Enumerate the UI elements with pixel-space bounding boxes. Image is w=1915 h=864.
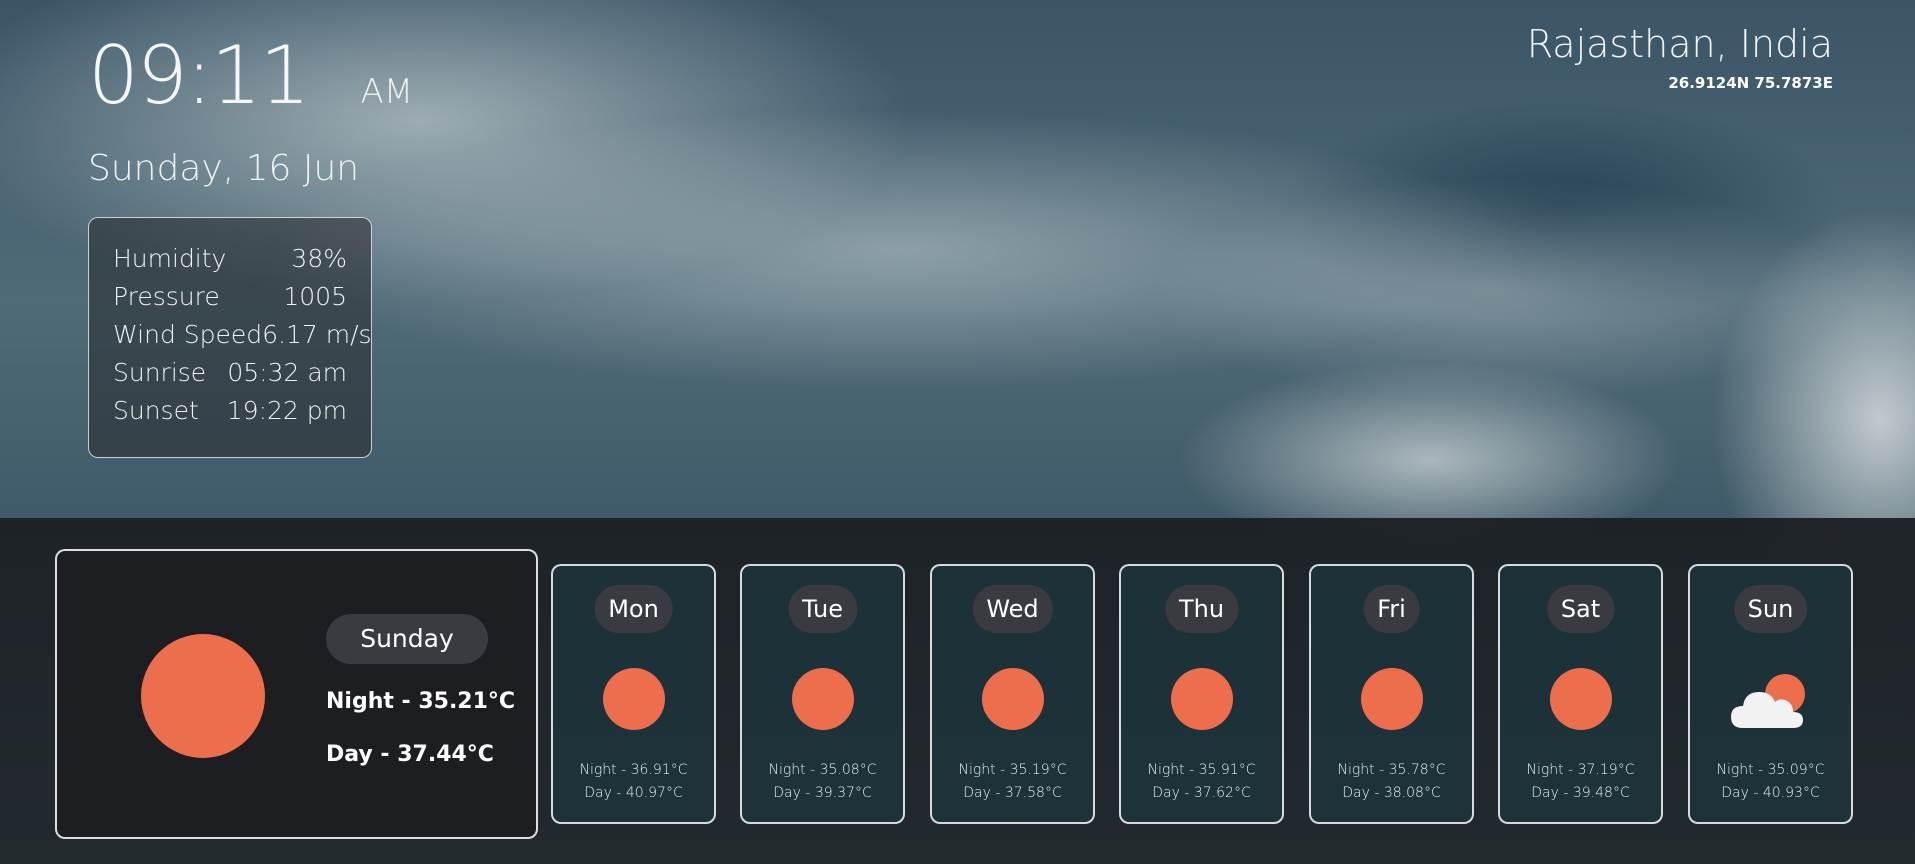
sun-icon	[981, 668, 1044, 730]
forecast-day-temp: Day - 37.62°C	[1152, 785, 1251, 801]
forecast-night-temp: Night - 37.19°C	[1526, 762, 1635, 778]
today-card[interactable]: Sunday Night - 35.21°C Day - 37.44°C	[55, 549, 538, 839]
forecast-day-pill: Thu	[1164, 585, 1239, 633]
forecast-day-pill: Sun	[1733, 585, 1808, 633]
forecast-card-fri[interactable]: Fri Night - 35.78°C Day - 38.08°C	[1309, 564, 1474, 824]
current-date: Sunday, 16 Jun	[88, 148, 360, 189]
detail-row-humidity: Humidity 38%	[113, 240, 347, 278]
location-name: Rajasthan, India	[1526, 22, 1833, 66]
forecast-day-temp: Day - 39.48°C	[1531, 785, 1630, 801]
detail-row-sunset: Sunset 19:22 pm	[113, 392, 347, 430]
location-block: Rajasthan, India 26.9124N 75.7873E	[1527, 22, 1833, 92]
forecast-card-wed[interactable]: Wed Night - 35.19°C Day - 37.58°C	[930, 564, 1095, 824]
clock-time: 09:11	[88, 29, 311, 122]
forecast-bar: Sunday Night - 35.21°C Day - 37.44°C Mon…	[0, 518, 1915, 864]
clock: 09:11 AM	[88, 36, 413, 116]
weather-details-panel: Humidity 38% Pressure 1005 Wind Speed 6.…	[88, 217, 372, 458]
detail-value: 1005	[283, 282, 347, 311]
forecast-card-thu[interactable]: Thu Night - 35.91°C Day - 37.62°C	[1119, 564, 1284, 824]
detail-row-sunrise: Sunrise 05:32 am	[113, 354, 347, 392]
sun-icon	[791, 668, 854, 730]
today-night-temp: Night - 35.21°C	[326, 689, 516, 714]
forecast-card-sat[interactable]: Sat Night - 37.19°C Day - 39.48°C	[1498, 564, 1663, 824]
detail-label: Sunrise	[113, 358, 207, 387]
sun-icon	[141, 634, 265, 758]
forecast-card-sun[interactable]: Sun Night - 35.09°C Day - 40.93°C	[1688, 564, 1853, 824]
forecast-night-temp: Night - 35.09°C	[1716, 762, 1825, 778]
sun-icon	[1170, 668, 1233, 730]
detail-value: 19:22 pm	[226, 396, 347, 425]
forecast-night-temp: Night - 35.19°C	[958, 762, 1067, 778]
time-date-block: 09:11 AM Sunday, 16 Jun	[88, 36, 413, 190]
forecast-day-temp: Day - 37.58°C	[963, 785, 1062, 801]
detail-label: Humidity	[113, 244, 227, 273]
detail-label: Pressure	[113, 282, 220, 311]
detail-row-pressure: Pressure 1005	[113, 278, 347, 316]
forecast-day-pill: Wed	[972, 585, 1053, 633]
forecast-night-temp: Night - 35.08°C	[768, 762, 877, 778]
sun-icon	[1360, 668, 1423, 730]
forecast-day-temp: Day - 40.97°C	[584, 785, 683, 801]
forecast-day-pill: Sat	[1546, 585, 1615, 633]
forecast-day-pill: Fri	[1363, 585, 1420, 633]
clock-ampm: AM	[360, 72, 414, 112]
detail-label: Sunset	[113, 396, 199, 425]
detail-row-wind-speed: Wind Speed 6.17 m/s	[113, 316, 372, 354]
forecast-night-temp: Night - 35.91°C	[1147, 762, 1256, 778]
forecast-day-temp: Day - 39.37°C	[773, 785, 872, 801]
sun-icon	[602, 668, 665, 730]
forecast-day-pill: Tue	[788, 585, 857, 633]
detail-value: 38%	[291, 244, 347, 273]
sun-icon	[1549, 668, 1612, 730]
forecast-night-temp: Night - 35.78°C	[1337, 762, 1446, 778]
today-day-temp: Day - 37.44°C	[326, 742, 494, 767]
forecast-day-temp: Day - 40.93°C	[1721, 785, 1820, 801]
detail-value: 6.17 m/s	[262, 320, 372, 349]
detail-label: Wind Speed	[113, 320, 263, 349]
forecast-day-temp: Day - 38.08°C	[1342, 785, 1441, 801]
location-coords: 26.9124N 75.7873E	[1668, 74, 1833, 92]
partly-cloudy-icon	[1731, 674, 1805, 728]
forecast-day-pill: Mon	[594, 585, 673, 633]
forecast-card-mon[interactable]: Mon Night - 36.91°C Day - 40.97°C	[551, 564, 716, 824]
detail-value: 05:32 am	[227, 358, 347, 387]
forecast-card-tue[interactable]: Tue Night - 35.08°C Day - 39.37°C	[740, 564, 905, 824]
forecast-night-temp: Night - 36.91°C	[579, 762, 688, 778]
today-day-pill: Sunday	[326, 614, 488, 664]
